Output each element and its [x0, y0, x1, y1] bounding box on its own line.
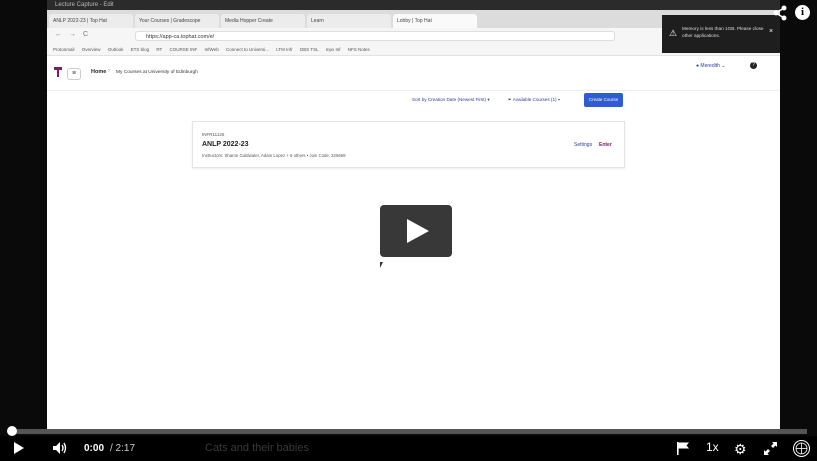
browser-tab[interactable]: Your Courses | Gradescope [135, 14, 219, 28]
progress-bar[interactable] [10, 429, 807, 434]
filter-dropdown[interactable]: ⏷ Available Courses (1) ▾ [508, 97, 560, 102]
breadcrumb-current: My Courses at University of Edinburgh [116, 70, 198, 75]
browser-tab[interactable]: Learn [307, 14, 391, 28]
filter-label: Available Courses (1) [512, 97, 557, 102]
bookmark-item[interactable]: Connect to Universi... [226, 47, 269, 52]
mouse-cursor-icon [380, 262, 383, 268]
bookmark-item[interactable]: Protonmail [53, 47, 75, 52]
user-avatar-icon: ● [696, 63, 700, 69]
bookmark-item[interactable]: DBS TSL [300, 47, 319, 52]
tophat-logo-icon[interactable] [54, 67, 62, 77]
university-logo-icon[interactable] [793, 440, 810, 457]
hamburger-icon: ≡ [71, 70, 77, 77]
info-icon[interactable]: i [795, 5, 810, 20]
user-name: Meredith [700, 63, 720, 69]
chevron-down-icon: ▾ [487, 97, 490, 102]
course-enter-link[interactable]: Enter [599, 142, 612, 148]
video-player[interactable]: Lecture Capture - Edit ANLP 2022-23 | To… [0, 0, 817, 461]
course-meta: Instructors: Sharon Goldwater, Adam Lope… [202, 153, 346, 158]
bookmark-item[interactable]: LTM Infr [276, 47, 292, 52]
gear-icon[interactable]: ⚙ [734, 441, 747, 458]
course-title[interactable]: ANLP 2022-23 [202, 141, 249, 148]
big-play-button[interactable] [380, 205, 452, 257]
os-top-bar: Lecture Capture - Edit [47, 0, 780, 10]
course-card[interactable]: INFR11126 ANLP 2022-23 Instructors: Shar… [192, 121, 625, 168]
browser-tab[interactable]: ANLP 2022-23 | Top Hat [49, 14, 133, 28]
close-icon[interactable]: × [769, 28, 773, 35]
bookmark-item[interactable]: RT [156, 47, 162, 52]
bookmark-item[interactable]: Overview [82, 47, 101, 52]
bookmark-item[interactable]: InfWeb [205, 47, 219, 52]
bookmark-item[interactable]: Outlook [108, 47, 124, 52]
browser-tab-active[interactable]: Lobby | Top Hat [393, 14, 477, 28]
flag-icon[interactable] [676, 442, 690, 455]
user-menu[interactable]: ● Meredith ⌄ [696, 63, 725, 69]
forward-icon[interactable]: → [69, 31, 76, 38]
play-icon[interactable] [14, 442, 24, 454]
player-controls: 0:00 / 2:17 1x ⚙ [0, 436, 817, 461]
back-icon[interactable]: ← [55, 31, 62, 38]
create-course-button[interactable]: Create Course [584, 93, 623, 107]
chevron-down-icon: ⌄ [721, 63, 726, 69]
volume-icon[interactable] [52, 441, 68, 455]
caption-text: Cats and their babies [205, 442, 309, 454]
address-bar[interactable]: https://app-ca.tophat.com/e/ [135, 31, 615, 41]
filter-icon: ⏷ [508, 97, 512, 102]
share-icon[interactable] [772, 5, 788, 21]
breadcrumb-home[interactable]: Home [91, 69, 106, 75]
chevron-down-icon: ▾ [557, 97, 561, 102]
app-header: ≡ Home › My Courses at University of Edi… [47, 56, 780, 91]
bookmark-item[interactable]: ETS blog [131, 47, 150, 52]
bookmark-item[interactable]: Inpx Inf [326, 47, 341, 52]
duration: / 2:17 [110, 443, 136, 454]
bookmark-item[interactable]: COURSE INF [169, 47, 197, 52]
sort-label: Sort by Creation Date (Newest First) [412, 97, 487, 102]
course-code: INFR11126 [202, 132, 225, 137]
toast-message: Memory is less than 1GB. Please close ot… [682, 26, 764, 38]
bookmark-item[interactable]: NFS Notes [348, 47, 370, 52]
playback-speed[interactable]: 1x [706, 440, 719, 454]
os-window-title: Lecture Capture - Edit [55, 2, 114, 8]
memory-warning-toast: ⚠ Memory is less than 1GB. Please close … [662, 15, 780, 53]
progress-handle[interactable] [7, 426, 17, 436]
menu-button[interactable]: ≡ [67, 68, 81, 80]
fullscreen-icon[interactable] [764, 442, 777, 455]
warning-icon: ⚠ [669, 28, 678, 38]
sort-dropdown[interactable]: Sort by Creation Date (Newest First) ▾ [412, 97, 490, 103]
help-icon[interactable]: ? [750, 62, 757, 69]
breadcrumb-separator-icon: › [108, 68, 110, 74]
reload-icon[interactable]: C [83, 31, 88, 38]
browser-tab[interactable]: Media Hopper Create [221, 14, 305, 28]
play-icon [407, 219, 429, 243]
course-settings-link[interactable]: Settings [574, 142, 592, 148]
current-time: 0:00 [84, 443, 105, 454]
